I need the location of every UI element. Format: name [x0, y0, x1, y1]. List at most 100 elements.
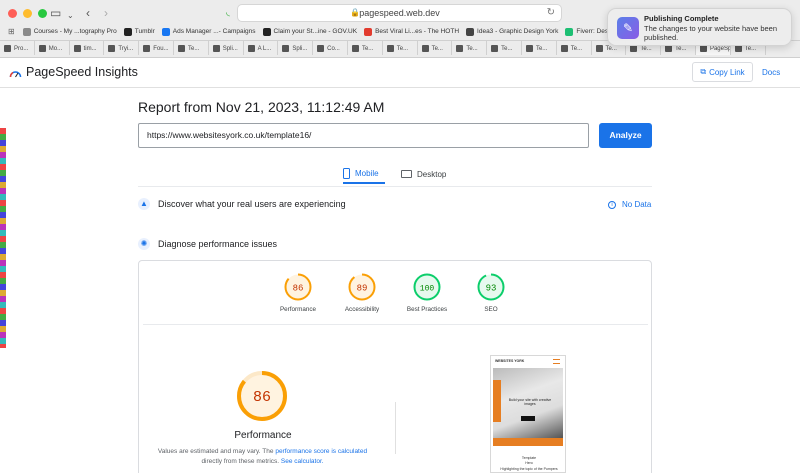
browser-tab[interactable]: Te... — [348, 41, 383, 55]
analyze-button[interactable]: Analyze — [599, 123, 652, 148]
lock-icon: 🔒 — [350, 8, 360, 17]
browser-tab[interactable]: Mo... — [35, 41, 70, 55]
score-gauge-performance[interactable]: 86 — [283, 272, 313, 302]
site-name: WEBSITES YORK — [495, 359, 525, 363]
bookmark-favicon-icon — [565, 27, 574, 36]
brand-title[interactable]: PageSpeed Insights — [26, 65, 138, 79]
tab-favicon-icon — [143, 45, 151, 52]
bookmark-favicon-icon — [466, 27, 475, 36]
tab-favicon-icon — [247, 45, 255, 52]
tab-label: Te... — [396, 45, 409, 52]
forward-button[interactable]: › — [104, 5, 108, 21]
browser-tab[interactable]: Te... — [487, 41, 522, 55]
score-gauge-seo[interactable]: 93 — [476, 272, 506, 302]
tab-desktop-label: Desktop — [417, 169, 447, 179]
bookmark-item[interactable]: Courses - My ...tography Pro — [22, 27, 117, 36]
tab-favicon-icon — [282, 45, 290, 52]
chevron-down-icon[interactable]: ⌄ — [67, 8, 74, 24]
diagnose-heading: Diagnose performance issues — [158, 239, 278, 249]
copy-link-button[interactable]: ⧉ Copy Link — [692, 62, 753, 82]
bookmark-item[interactable]: Fiverr: Desi — [565, 27, 610, 36]
divider — [138, 186, 652, 187]
minimize-window-button[interactable] — [23, 9, 32, 18]
tab-label: Fou... — [153, 45, 169, 52]
browser-tab[interactable]: Pro... — [0, 41, 35, 55]
tab-label: Pro... — [14, 45, 29, 52]
tab-label: Tryi... — [118, 45, 134, 52]
address-text: pagespeed.web.dev — [359, 8, 440, 18]
preview-caption: Template — [521, 456, 537, 460]
preview-footer: Highlighting the topic of the Pumpers — [500, 467, 558, 471]
tab-favicon-icon — [4, 45, 11, 52]
tab-favicon-icon — [630, 45, 638, 52]
tab-label: PageSp... — [709, 45, 731, 52]
gauge-label: Performance — [279, 306, 317, 313]
big-gauge-value: 86 — [253, 389, 271, 406]
sidebar-toggle-icon[interactable]: ▭ — [50, 5, 61, 21]
tab-desktop[interactable]: Desktop — [401, 164, 446, 184]
no-data-indicator[interactable]: i No Data — [608, 200, 651, 209]
browser-tab[interactable]: Te... — [452, 41, 488, 55]
users-icon: ▲ — [138, 198, 150, 210]
address-bar[interactable]: ◟ 🔒 pagespeed.web.dev ↻ — [226, 4, 562, 22]
hero-accent — [493, 380, 501, 422]
tab-favicon-icon — [734, 45, 742, 52]
tab-label: Co... — [327, 45, 340, 52]
bookmark-item[interactable]: Idea3 - Graphic Design York — [466, 27, 558, 36]
hero-bar — [493, 438, 563, 446]
url-input[interactable]: https://www.websitesyork.co.uk/template1… — [138, 123, 589, 148]
browser-tab[interactable]: Te... — [383, 41, 418, 55]
performance-heading: Performance — [234, 430, 292, 441]
tab-label: Te... — [535, 45, 548, 52]
score-calc-link[interactable]: performance score is calculated — [275, 448, 367, 455]
zoom-window-button[interactable] — [38, 9, 47, 18]
tab-label: tim... — [83, 45, 97, 52]
bookmark-label: Fiverr: Desi — [576, 28, 610, 35]
grid-icon[interactable]: ⊞ — [8, 27, 15, 36]
browser-tab[interactable]: Fou... — [139, 41, 174, 55]
tab-label: Spli... — [222, 45, 238, 52]
tab-favicon-icon — [386, 45, 394, 52]
calculator-link[interactable]: See calculator. — [281, 458, 324, 465]
card-divider — [143, 324, 648, 325]
discover-section[interactable]: ▲ Discover what your real users are expe… — [138, 198, 346, 210]
browser-tab[interactable]: Te... — [522, 41, 557, 55]
bookmark-item[interactable]: Ads Manager ...- Campaigns — [161, 27, 256, 36]
app-window: ▭ ⌄ ‹ › ◟ 🔒 pagespeed.web.dev ↻ ⊞ Course… — [0, 0, 800, 473]
bookmark-item[interactable]: Best Viral Li...es - The HOTH — [364, 27, 459, 36]
browser-tab[interactable]: Spli... — [278, 41, 314, 55]
reload-icon[interactable]: ↻ — [547, 5, 555, 21]
browser-tab[interactable]: Tryi... — [104, 41, 140, 55]
browser-tab[interactable]: Te... — [418, 41, 453, 55]
browser-tab[interactable]: Co... — [313, 41, 348, 55]
tab-label: Te... — [361, 45, 374, 52]
back-button[interactable]: ‹ — [86, 5, 90, 21]
tab-label: Te... — [570, 45, 583, 52]
tab-favicon-icon — [421, 45, 429, 52]
vertical-divider — [395, 402, 396, 454]
tab-label: Te... — [640, 45, 652, 52]
gauge-label: SEO — [484, 306, 498, 313]
tab-favicon-icon — [560, 45, 568, 52]
report-title: Report from Nov 21, 2023, 11:12:49 AM — [138, 99, 385, 115]
score-gauge-accessibility[interactable]: 89 — [347, 272, 377, 302]
browser-tab[interactable]: Spli... — [209, 41, 244, 55]
gauge-value: 86 — [293, 284, 304, 294]
gauge-value: 89 — [357, 284, 368, 294]
bookmark-item[interactable]: Claim your St...ine - GOV.UK — [262, 27, 357, 36]
hero-button — [521, 416, 535, 421]
browser-tab[interactable]: tim... — [70, 41, 105, 55]
app-icon: ✎ — [617, 17, 639, 39]
notification-banner[interactable]: ✎ Publishing Complete The changes to you… — [607, 8, 792, 46]
psi-header: PageSpeed Insights ⧉ Copy Link Docs — [0, 58, 800, 88]
page-screenshot: WEBSITES YORK Build your site with creat… — [490, 355, 566, 473]
tab-mobile[interactable]: Mobile — [343, 164, 385, 184]
close-window-button[interactable] — [8, 9, 17, 18]
browser-tab[interactable]: Te... — [557, 41, 592, 55]
bookmark-item[interactable]: Tumblr — [123, 27, 155, 36]
browser-tab[interactable]: A L... — [244, 41, 279, 55]
score-gauge-best-practices[interactable]: 100 — [412, 272, 442, 302]
docs-link[interactable]: Docs — [762, 68, 780, 77]
browser-tab[interactable]: Te... — [174, 41, 209, 55]
tab-favicon-icon — [108, 45, 116, 52]
